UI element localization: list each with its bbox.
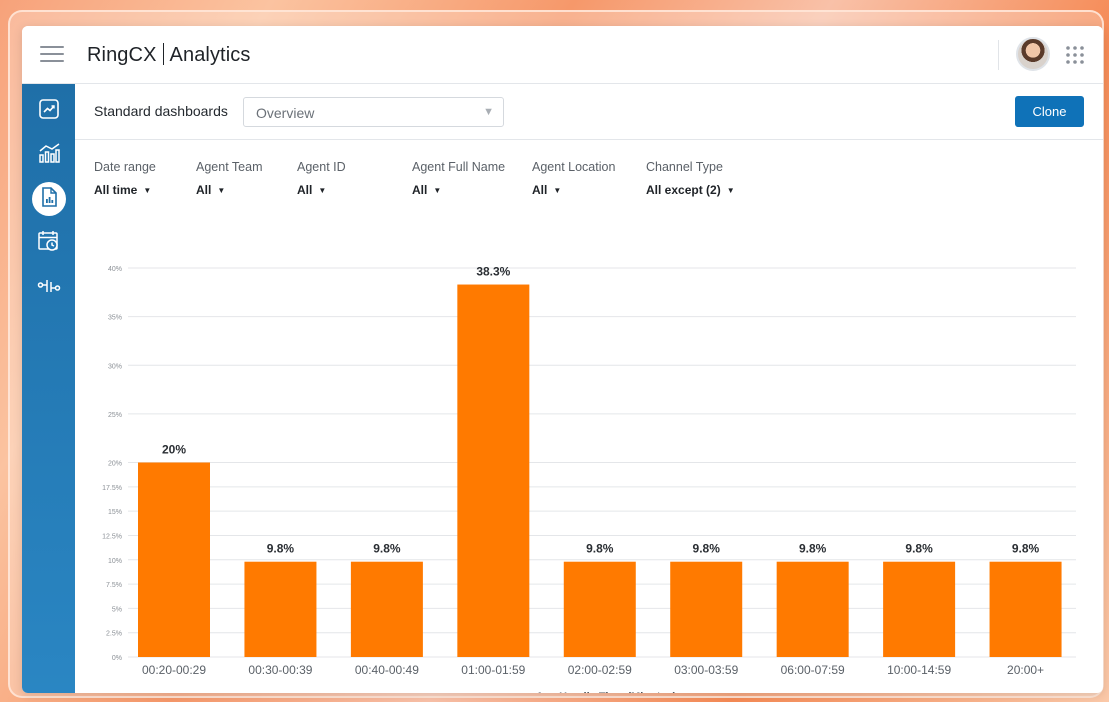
- filter-value: All time: [94, 183, 138, 197]
- data-label: 38.3%: [476, 265, 510, 279]
- hamburger-menu-icon[interactable]: [40, 46, 64, 64]
- filter-value: All: [532, 183, 548, 197]
- x-tick-label: 20:00+: [1007, 663, 1044, 677]
- sidebar-item-reports[interactable]: [32, 182, 66, 216]
- sidebar-item-schedule[interactable]: [33, 227, 65, 259]
- topbar-divider: [998, 40, 999, 70]
- clone-button[interactable]: Clone: [1015, 96, 1084, 127]
- data-label: 9.8%: [799, 542, 827, 556]
- filter-label: Agent ID: [297, 160, 346, 174]
- bar: [350, 561, 423, 657]
- y-tick-label: 15%: [108, 509, 122, 516]
- calendar-clock-icon: [37, 229, 61, 258]
- filter-agent-location[interactable]: Agent Location All ▼: [532, 160, 615, 197]
- bar-chart: 0% 2.5% 5% 7.5% 10% 12.5% 15% 17.5% 20% 25% 30% 35%…: [102, 265, 1076, 693]
- y-tick-label: 17.5%: [102, 485, 122, 492]
- report-document-icon: [39, 186, 59, 213]
- dropdown-arrow-icon: ▼: [318, 186, 327, 195]
- title-divider: [162, 43, 164, 65]
- top-bar: RingCX Analytics: [22, 26, 1103, 84]
- dashboard-toolbar: Standard dashboards Overview ▼ Clone: [75, 84, 1103, 140]
- x-tick-label: 00:40-00:49: [355, 663, 419, 677]
- filter-value: All except (2): [646, 183, 721, 197]
- data-label: 9.8%: [267, 542, 295, 556]
- x-tick-label: 00:30-00:39: [248, 663, 312, 677]
- filter-agent-team[interactable]: Agent Team All ▼: [196, 160, 262, 197]
- y-tick-label: 5%: [112, 606, 122, 613]
- filter-label: Agent Location: [532, 160, 616, 174]
- bar: [670, 561, 743, 657]
- bar: [776, 561, 849, 657]
- bar: [457, 284, 530, 657]
- dashboard-select[interactable]: Overview ▼: [243, 97, 504, 127]
- chart-area: 0% 2.5% 5% 7.5% 10% 12.5% 15% 17.5% 20% 25% 30% 35%…: [75, 210, 1103, 693]
- x-tick-label: 06:00-07:59: [781, 663, 845, 677]
- bar: [563, 561, 636, 657]
- y-tick-label: 25%: [108, 412, 122, 419]
- filter-label: Date range: [94, 160, 156, 174]
- sidebar-item-flows[interactable]: [33, 272, 65, 304]
- y-tick-label: 12.5%: [102, 533, 122, 540]
- x-axis-title: Avg Handle Time (Minutes): [536, 691, 677, 693]
- bar: [244, 561, 317, 657]
- y-tick-label: 0%: [112, 655, 122, 662]
- y-tick-label: 40%: [108, 266, 122, 273]
- brand-name: RingCX: [87, 44, 157, 66]
- filter-value: All: [196, 183, 212, 197]
- bar: [138, 462, 210, 657]
- x-tick-label: 00:20-00:29: [142, 663, 206, 677]
- data-label: 9.8%: [905, 542, 933, 556]
- dropdown-arrow-icon: ▼: [726, 186, 735, 195]
- x-tick-label: 02:00-02:59: [568, 663, 632, 677]
- dropdown-arrow-icon: ▼: [433, 186, 442, 195]
- app-window: RingCX Analytics Standard dashboards Ove…: [22, 26, 1103, 693]
- data-label: 9.8%: [1012, 542, 1040, 556]
- filter-channel-type[interactable]: Channel Type All except (2) ▼: [646, 160, 735, 197]
- x-tick-label: 10:00-14:59: [887, 663, 951, 677]
- y-tick-label: 35%: [108, 315, 122, 322]
- sidebar: [22, 84, 75, 693]
- data-label: 9.8%: [693, 542, 721, 556]
- dropdown-arrow-icon: ▼: [143, 186, 152, 195]
- trend-chart-icon: [38, 98, 60, 125]
- chevron-down-icon: ▼: [483, 106, 494, 118]
- filter-agent-id[interactable]: Agent ID All ▼: [297, 160, 346, 197]
- filter-value: All: [412, 183, 428, 197]
- dropdown-arrow-icon: ▼: [217, 186, 226, 195]
- user-avatar[interactable]: [1016, 37, 1050, 71]
- y-tick-label: 7.5%: [106, 582, 122, 589]
- dashboard-select-value: Overview: [256, 105, 315, 121]
- y-tick-label: 20%: [108, 461, 122, 468]
- filter-label: Channel Type: [646, 160, 723, 174]
- dashboard-label: Standard dashboards: [94, 103, 228, 119]
- filter-value: All: [297, 183, 313, 197]
- bar-chart-icon: [37, 142, 61, 169]
- filter-label: Agent Full Name: [412, 160, 506, 174]
- filter-agent-full-name[interactable]: Agent Full Name All ▼: [412, 160, 505, 197]
- x-tick-label: 01:00-01:59: [461, 663, 525, 677]
- sidebar-item-analytics[interactable]: [33, 139, 65, 171]
- y-tick-label: 10%: [108, 558, 122, 565]
- filter-date-range[interactable]: Date range All time ▼: [94, 160, 156, 197]
- data-label: 20%: [162, 443, 186, 457]
- y-tick-label: 30%: [108, 363, 122, 370]
- flow-network-icon: [37, 276, 61, 301]
- dropdown-arrow-icon: ▼: [553, 186, 562, 195]
- filter-bar: Date range All time ▼ Agent Team All ▼ Age…: [75, 140, 1103, 210]
- data-label: 9.8%: [586, 542, 614, 556]
- brand-section: Analytics: [169, 44, 251, 66]
- data-label: 9.8%: [373, 542, 401, 556]
- x-tick-label: 03:00-03:59: [674, 663, 738, 677]
- app-title: RingCX Analytics: [87, 43, 250, 67]
- bar: [883, 561, 956, 657]
- bar: [989, 561, 1062, 657]
- app-grid-icon[interactable]: [1065, 45, 1085, 65]
- sidebar-item-trends[interactable]: [33, 95, 65, 127]
- filter-label: Agent Team: [196, 160, 263, 174]
- y-tick-label: 2.5%: [106, 631, 122, 638]
